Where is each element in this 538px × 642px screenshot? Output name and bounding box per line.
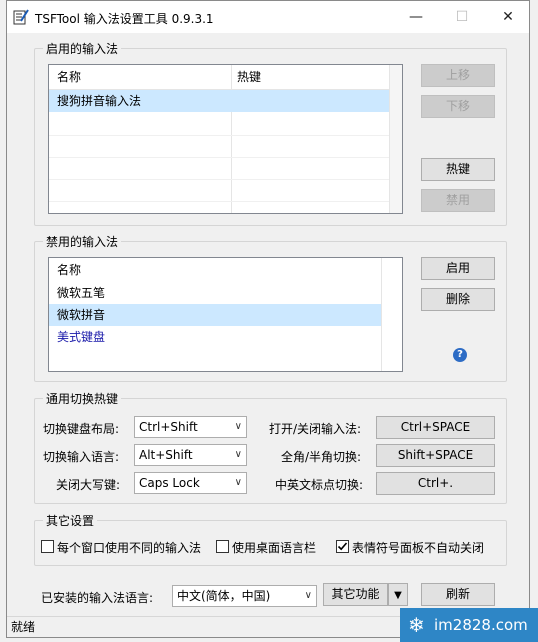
switch-lang-select[interactable]: Alt+Shift ∨ — [134, 444, 247, 466]
move-up-button[interactable]: 上移 — [421, 64, 495, 87]
chevron-down-icon: ∨ — [234, 421, 242, 432]
toggle-ime-hotkey-button[interactable]: Ctrl+SPACE — [376, 416, 495, 439]
caps-select[interactable]: Caps Lock ∨ — [134, 472, 247, 494]
move-down-button[interactable]: 下移 — [421, 95, 495, 118]
enabled-list-header: 名称 热键 — [49, 65, 389, 213]
checkmark-icon — [337, 542, 348, 551]
switch-layout-label: 切换键盘布局: — [43, 422, 120, 436]
maximize-button[interactable]: ☐ — [439, 1, 485, 33]
disabled-list-scrollbar[interactable] — [381, 258, 402, 371]
status-text: 就绪 — [11, 620, 36, 634]
switch-lang-label: 切换输入语言: — [43, 450, 120, 464]
enabled-list-scrollbar[interactable] — [389, 65, 402, 213]
column-header-name[interactable]: 名称 — [57, 259, 81, 281]
per-window-ime-label[interactable]: 每个窗口使用不同的输入法 — [57, 539, 201, 556]
ime-name: 搜狗拼音输入法 — [57, 94, 142, 108]
enabled-ime-list[interactable]: 名称 热键 搜狗拼音输入法 — [48, 64, 403, 214]
snowflake-icon: ❄ — [408, 613, 425, 637]
punct-hotkey-button[interactable]: Ctrl+. — [376, 472, 495, 495]
delete-button[interactable]: 删除 — [421, 288, 495, 311]
watermark-text: im2828.com — [434, 616, 528, 634]
caps-value: Caps Lock — [139, 476, 200, 490]
help-icon[interactable]: ? — [453, 348, 467, 362]
switch-layout-value: Ctrl+Shift — [139, 420, 198, 434]
dropdown-arrow-icon: ▼ — [394, 590, 402, 601]
hotkey-group-title: 通用切换热键 — [43, 390, 122, 407]
ime-name: 微软拼音 — [57, 308, 106, 322]
chevron-down-icon: ∨ — [304, 590, 312, 601]
tsftool-window: TSFTool 输入法设置工具 0.9.3.1 — ☐ ✕ 启用的输入法 名称 … — [6, 0, 530, 638]
installed-lang-select[interactable]: 中文(简体，中国) ∨ — [172, 585, 317, 607]
column-header-name[interactable]: 名称 — [57, 65, 81, 89]
more-functions-button[interactable]: 其它功能 — [323, 583, 388, 606]
installed-lang-value: 中文(简体，中国) — [177, 589, 271, 603]
per-window-ime-checkbox[interactable] — [41, 540, 54, 553]
minimize-button[interactable]: — — [393, 1, 439, 33]
punct-label: 中英文标点切换: — [275, 478, 364, 492]
column-header-hotkey[interactable]: 热键 — [237, 65, 261, 89]
disabled-list-row[interactable]: 微软拼音 — [49, 304, 381, 326]
switch-lang-value: Alt+Shift — [139, 448, 193, 462]
disable-button[interactable]: 禁用 — [421, 189, 495, 212]
watermark: ❄ im2828.com — [400, 608, 538, 642]
disabled-list-row[interactable]: 美式键盘 — [49, 326, 389, 348]
chevron-down-icon: ∨ — [234, 477, 242, 488]
ime-name: 美式键盘 — [57, 330, 106, 344]
caps-label: 关闭大写键: — [56, 478, 121, 492]
full-half-label: 全角/半角切换: — [281, 450, 362, 464]
switch-layout-select[interactable]: Ctrl+Shift ∨ — [134, 416, 247, 438]
window-title: TSFTool 输入法设置工具 0.9.3.1 — [35, 12, 214, 26]
enable-button[interactable]: 启用 — [421, 257, 495, 280]
title-bar: TSFTool 输入法设置工具 0.9.3.1 — ☐ ✕ — [7, 1, 529, 33]
more-functions-dropdown[interactable]: ▼ — [388, 583, 408, 606]
full-half-hotkey-button[interactable]: Shift+SPACE — [376, 444, 495, 467]
disabled-list-header: 名称 — [49, 259, 389, 281]
desktop-langbar-label[interactable]: 使用桌面语言栏 — [232, 539, 316, 556]
enabled-list-row[interactable]: 搜狗拼音输入法 — [49, 90, 395, 112]
ime-name: 微软五笔 — [57, 286, 106, 300]
app-icon — [13, 9, 29, 25]
refresh-button[interactable]: 刷新 — [421, 583, 495, 606]
toggle-ime-label: 打开/关闭输入法: — [269, 422, 362, 436]
close-button[interactable]: ✕ — [485, 1, 531, 33]
disabled-ime-list[interactable]: 名称 微软五笔 微软拼音 美式键盘 — [48, 257, 403, 372]
hotkey-button[interactable]: 热键 — [421, 158, 495, 181]
disabled-list-row[interactable]: 微软五笔 — [49, 282, 389, 304]
disabled-group-title: 禁用的输入法 — [43, 233, 122, 250]
emoji-panel-checkbox[interactable] — [336, 540, 349, 553]
chevron-down-icon: ∨ — [234, 449, 242, 460]
desktop-langbar-checkbox[interactable] — [216, 540, 229, 553]
installed-lang-label: 已安装的输入法语言: — [41, 591, 154, 605]
other-group-title: 其它设置 — [43, 512, 98, 529]
enabled-group-title: 启用的输入法 — [43, 40, 122, 57]
emoji-panel-label[interactable]: 表情符号面板不自动关闭 — [352, 539, 484, 556]
